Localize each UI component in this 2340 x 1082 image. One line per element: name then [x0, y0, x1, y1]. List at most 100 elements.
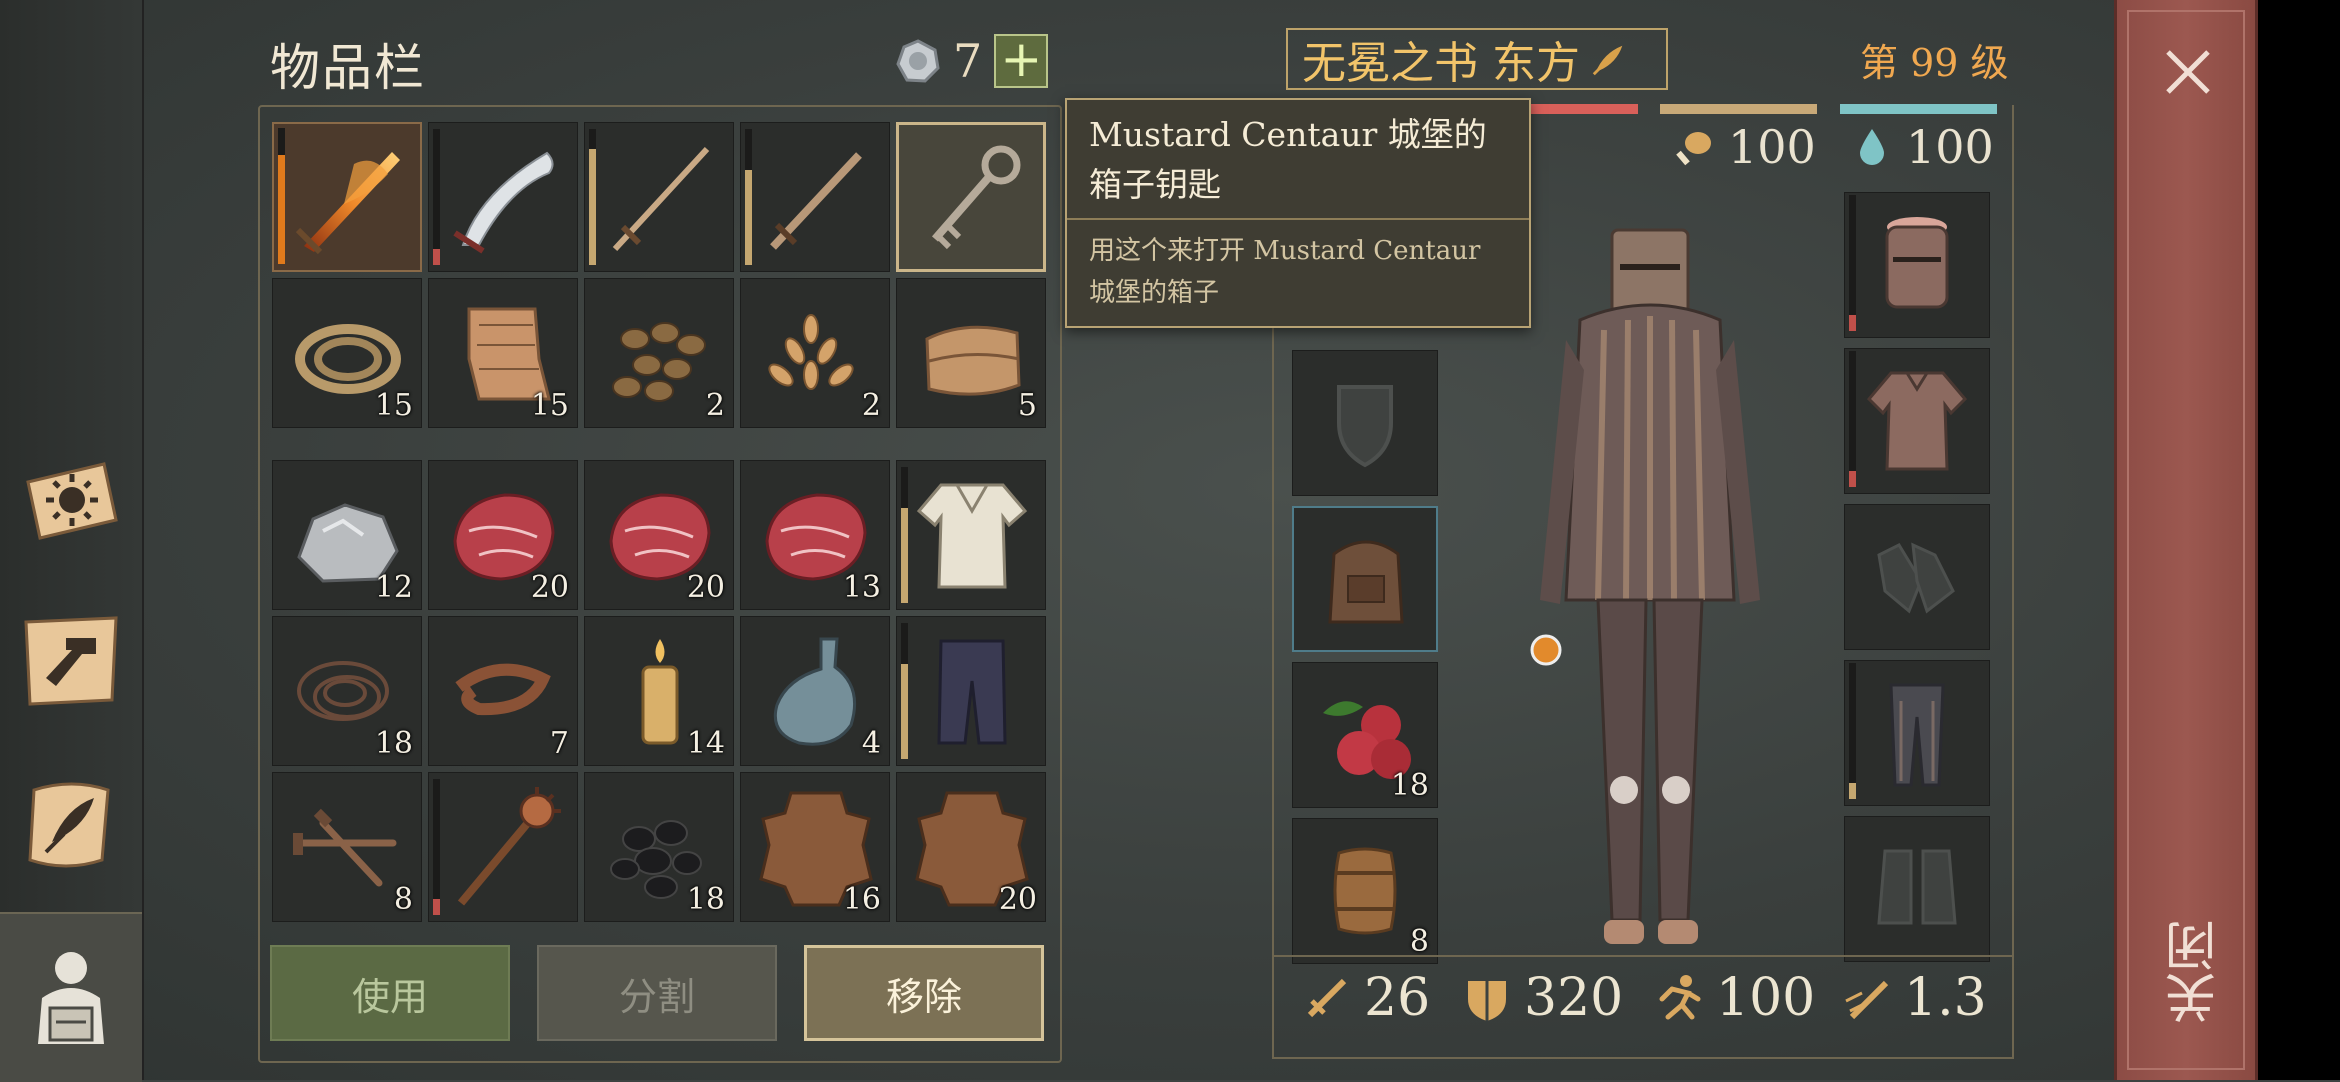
item-quantity: 8 — [393, 882, 413, 917]
water-drop-icon — [1860, 129, 1884, 165]
add-currency-button[interactable]: + — [994, 34, 1049, 88]
shirt-icon — [916, 483, 1028, 589]
tooltip-title: Mustard Centaur 城堡的箱子钥匙 — [1067, 100, 1529, 220]
durability-bar — [589, 129, 596, 265]
inventory-slot-trousers[interactable] — [896, 616, 1046, 766]
inventory-slot-nails[interactable]: 8 — [272, 772, 422, 922]
inventory-slot-raw-meat[interactable]: 13 — [740, 460, 890, 610]
character-figure — [1530, 228, 1760, 944]
legs-durability — [1849, 663, 1856, 799]
barrel-icon — [1333, 847, 1397, 935]
helmet-durability — [1849, 195, 1856, 331]
inventory-slot-beans[interactable]: 2 — [584, 278, 734, 428]
inventory-slot-coal[interactable]: 18 — [584, 772, 734, 922]
sword-icon — [770, 152, 862, 250]
inventory-slot-leather-folded[interactable]: 5 — [896, 278, 1046, 428]
scroll-quill-icon — [28, 782, 110, 868]
durability-bar — [278, 128, 285, 264]
barrel-slot[interactable]: 8 — [1292, 818, 1438, 964]
crafting-button[interactable] — [12, 600, 130, 718]
boots-placeholder-icon — [1877, 849, 1957, 925]
equipped-items-grid: 15 15 2 2 5 — [272, 122, 1046, 428]
close-icon[interactable] — [2160, 44, 2216, 100]
inventory-slot-shirt[interactable] — [896, 460, 1046, 610]
helmet-icon — [1885, 217, 1949, 309]
helmet-slot[interactable] — [1844, 192, 1990, 338]
durability-bar — [901, 467, 908, 603]
legs-slot[interactable] — [1844, 660, 1990, 806]
flaming-sword-icon — [295, 152, 400, 255]
remove-button[interactable]: 移除 — [804, 945, 1044, 1041]
health-bar — [1525, 104, 1638, 114]
water-value: 100 — [1906, 120, 1994, 174]
water-bar — [1840, 104, 1997, 114]
chain-leggings-icon — [1889, 683, 1945, 787]
item-quantity: 16 — [842, 882, 881, 917]
inventory-slot-cloth[interactable]: 15 — [428, 278, 578, 428]
character-level: 第 99 级 — [1860, 41, 2009, 85]
shield-slot[interactable] — [1292, 350, 1438, 496]
inventory-slot-candle[interactable]: 14 — [584, 616, 734, 766]
split-button[interactable]: 分割 — [537, 945, 777, 1041]
shield-placeholder-icon — [1337, 385, 1393, 468]
inventory-slot-key[interactable] — [896, 122, 1046, 272]
item-quantity: 14 — [686, 726, 725, 761]
edit-quill-icon[interactable] — [1590, 40, 1628, 78]
inventory-slot-glass-bottle[interactable]: 4 — [740, 616, 890, 766]
armor-value: 320 — [1524, 968, 1624, 1028]
longsword-icon — [612, 146, 710, 252]
chest-slot[interactable] — [1844, 348, 1990, 494]
attack-speed-stat: 1.3 — [1840, 968, 1987, 1028]
speed-value: 100 — [1716, 968, 1816, 1028]
backpack-items-grid: 12 20 20 13 18 7 14 4 8 18 16 20 — [272, 460, 1046, 922]
swift-sword-icon — [1845, 980, 1889, 1020]
character-name: 无冕之书 东方 — [1302, 38, 1580, 89]
attack-value: 26 — [1364, 968, 1431, 1028]
durability-bar — [901, 623, 908, 759]
durability-bar — [745, 129, 752, 265]
character-name-box[interactable]: 无冕之书 东方 — [1286, 28, 1668, 90]
inventory-title: 物品栏 — [270, 39, 426, 97]
armor-shield-icon — [1468, 981, 1506, 1021]
backpack-slot[interactable] — [1292, 506, 1438, 652]
inventory-tab-active[interactable] — [0, 912, 142, 1082]
inventory-slot-longsword[interactable] — [584, 122, 734, 272]
inventory-slot-hide[interactable]: 20 — [896, 772, 1046, 922]
quests-button[interactable] — [12, 764, 130, 882]
inventory-slot-raw-meat[interactable]: 20 — [584, 460, 734, 610]
inventory-slot-spiked-mace[interactable] — [428, 772, 578, 922]
gloves-slot[interactable] — [1844, 504, 1990, 650]
water-stat: 100 — [1850, 120, 1994, 174]
running-icon — [1659, 975, 1701, 1020]
character-inventory-icon — [38, 952, 104, 1044]
item-quantity: 20 — [686, 570, 725, 605]
chest-durability — [1849, 351, 1856, 487]
inventory-slot-scimitar[interactable] — [428, 122, 578, 272]
tooltip-description: 用这个来打开 Mustard Centaur 城堡的箱子 — [1089, 236, 1481, 308]
berries-slot[interactable]: 18 — [1292, 662, 1438, 808]
item-quantity: 18 — [374, 726, 413, 761]
inventory-slot-hide[interactable]: 16 — [740, 772, 890, 922]
inventory-slot-leather-strap[interactable]: 7 — [428, 616, 578, 766]
item-tooltip: Mustard Centaur 城堡的箱子钥匙 用这个来打开 Mustard C… — [1065, 98, 1531, 328]
close-button-label[interactable]: 关闭 — [2158, 920, 2226, 1024]
boots-slot[interactable] — [1844, 816, 1990, 962]
inventory-slot-rope[interactable]: 15 — [272, 278, 422, 428]
close-panel[interactable] — [2114, 0, 2258, 1080]
inventory-slot-ore-rock[interactable]: 12 — [272, 460, 422, 610]
gloves-placeholder-icon — [1877, 542, 1955, 614]
backpack-icon — [1328, 540, 1404, 624]
item-quantity: 18 — [686, 882, 725, 917]
item-quantity: 20 — [998, 882, 1037, 917]
left-navigation-rail — [0, 0, 144, 1082]
inventory-slot-raw-meat[interactable]: 20 — [428, 460, 578, 610]
inventory-slot-seeds[interactable]: 2 — [740, 278, 890, 428]
journal-button[interactable] — [12, 438, 130, 556]
inventory-slot-string-coil[interactable]: 18 — [272, 616, 422, 766]
use-button[interactable]: 使用 — [270, 945, 510, 1041]
inventory-slot-sword[interactable] — [740, 122, 890, 272]
food-value: 100 — [1728, 120, 1816, 174]
armor-stat: 320 — [1460, 968, 1623, 1028]
inventory-slot-flaming-sword[interactable] — [272, 122, 422, 272]
item-quantity: 5 — [1017, 388, 1037, 423]
